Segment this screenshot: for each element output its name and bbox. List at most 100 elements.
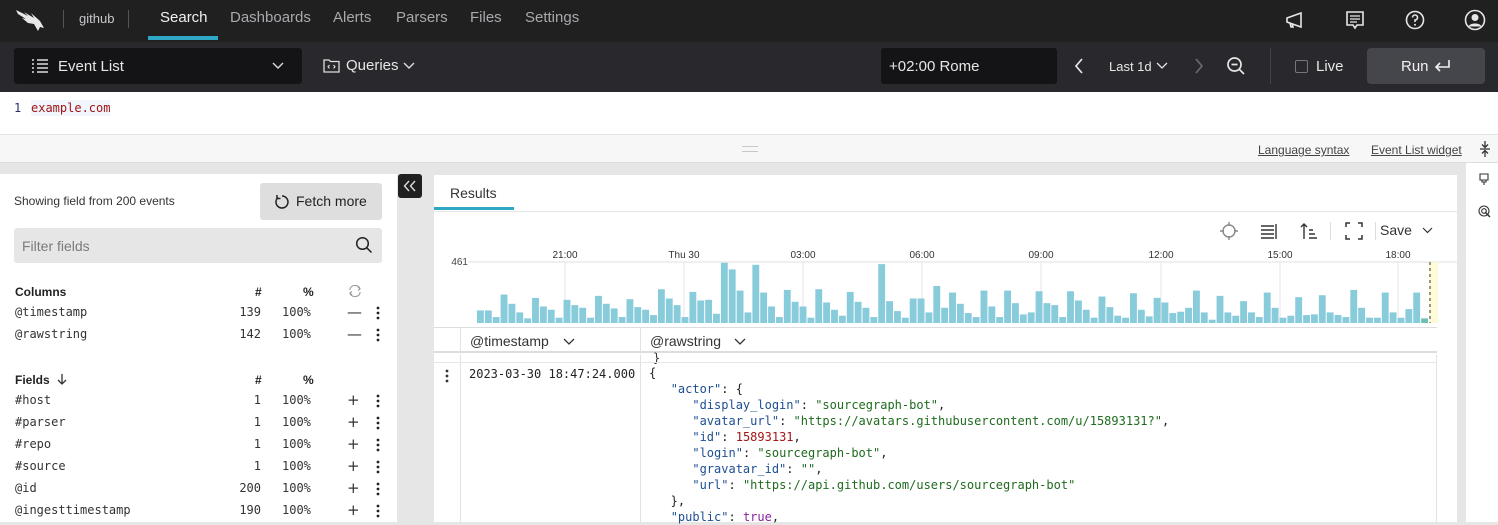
field-name[interactable]: #parser [15,415,66,429]
histogram-bar[interactable] [587,317,595,323]
chevron-left-icon[interactable] [1073,58,1085,74]
field-name[interactable]: #repo [15,437,51,451]
nav-tab-files[interactable]: Files [470,9,502,26]
help-icon[interactable] [1403,8,1427,32]
histogram-bar[interactable] [1397,317,1405,323]
remove-column-icon[interactable]: — [347,303,362,321]
sort-down-icon[interactable] [56,373,68,386]
histogram-bar[interactable] [650,315,657,323]
histogram-bar[interactable] [1004,290,1012,323]
add-column-icon[interactable]: + [347,391,360,409]
histogram-bar[interactable] [878,264,886,323]
histogram-bar[interactable] [760,292,768,323]
histogram-bar[interactable] [1350,289,1358,323]
histogram-bar[interactable] [1082,309,1090,323]
histogram-bar[interactable] [1059,317,1067,323]
chat-icon[interactable] [1343,8,1367,32]
column-row[interactable]: @rawstring 142 100% — [0,324,397,346]
histogram-bar[interactable] [1303,315,1310,323]
widget-select[interactable]: Event List [14,48,302,84]
histogram-bar[interactable] [1271,307,1279,323]
histogram-bar[interactable] [815,289,823,323]
column-row[interactable]: @timestamp 139 100% — [0,302,397,324]
crosshair-icon[interactable] [1219,221,1239,241]
field-row[interactable]: #repo 1 100% + [0,434,397,456]
histogram-bar[interactable] [665,298,673,323]
add-column-icon[interactable]: + [347,413,360,431]
histogram-bar[interactable] [744,312,752,323]
histogram-bar[interactable] [1145,316,1153,323]
timezone-select[interactable]: +02:00 Rome [881,48,1057,84]
histogram-bar[interactable] [1342,317,1350,323]
histogram-bar[interactable] [1208,319,1216,323]
histogram-bar[interactable] [807,317,815,323]
histogram-bar[interactable] [477,310,484,323]
histogram-bar[interactable] [791,301,799,323]
field-row[interactable]: #parser 1 100% + [0,412,397,434]
repo-name[interactable]: github [79,11,114,26]
fullscreen-icon[interactable] [1344,221,1364,241]
histogram-bar[interactable] [1067,291,1074,323]
nav-tab-settings[interactable]: Settings [525,9,579,26]
histogram-bar[interactable] [618,317,626,323]
field-name[interactable]: @ingesttimestamp [15,503,131,517]
histogram-bar[interactable] [1090,317,1098,323]
histogram-bar[interactable] [1326,312,1334,323]
histogram-bar[interactable] [1358,307,1366,323]
histogram-bar[interactable] [602,303,610,323]
user-icon[interactable] [1463,8,1487,32]
language-syntax-link[interactable]: Language syntax [1258,143,1349,157]
histogram-bar[interactable] [524,318,532,323]
collapse-vertical-icon[interactable] [1479,140,1491,158]
nav-tab-dashboards[interactable]: Dashboards [230,9,311,26]
row-density-icon[interactable] [1259,221,1279,241]
search-icon[interactable] [355,236,373,254]
more-options-icon[interactable] [373,416,383,430]
histogram-bar[interactable] [1287,315,1295,323]
event-timestamp[interactable]: 2023-03-30 18:47:24.000 [469,367,635,381]
histogram-bar[interactable] [1161,302,1169,323]
more-options-icon[interactable] [373,328,383,342]
field-name[interactable]: @id [15,481,37,495]
histogram-bar[interactable] [1012,303,1019,323]
column-name[interactable]: @rawstring [15,327,87,341]
histogram-bar[interactable] [1137,309,1145,323]
histogram-bar[interactable] [838,315,846,323]
row-menu-icon[interactable] [444,369,450,383]
collapse-panel-button[interactable] [398,174,422,198]
query-text[interactable]: example.com [31,100,111,116]
histogram-bar[interactable] [862,307,870,323]
histogram-bar[interactable] [1035,291,1043,323]
inspect-icon[interactable] [1478,205,1491,218]
histogram-bar[interactable] [1232,315,1240,323]
histogram-bar[interactable] [768,306,775,323]
histogram-bar[interactable] [728,269,736,323]
run-button[interactable]: Run [1367,48,1485,84]
histogram-bar[interactable] [1255,317,1263,323]
histogram-bar[interactable] [1192,290,1200,323]
histogram-bar[interactable] [1114,315,1122,323]
histogram-bar[interactable] [1106,307,1114,323]
column-header-rawstring[interactable]: @rawstring [650,333,746,349]
histogram-bar[interactable] [642,309,650,323]
histogram-bar[interactable] [657,289,665,323]
fetch-more-button[interactable]: Fetch more [260,183,382,220]
nav-tab-alerts[interactable]: Alerts [333,9,371,26]
histogram-bar[interactable] [917,298,925,323]
histogram-bar[interactable] [563,299,571,323]
add-column-icon[interactable]: + [347,501,360,519]
filter-fields-input[interactable] [14,228,382,263]
histogram-bar[interactable] [988,306,996,323]
histogram-bar[interactable] [846,291,854,323]
histogram-bar[interactable] [1366,317,1373,323]
histogram-bar[interactable] [823,302,831,323]
histogram-bar[interactable] [689,291,697,323]
tab-results[interactable]: Results [450,185,497,201]
histogram-bar[interactable] [500,294,508,323]
histogram-bar[interactable] [886,301,893,323]
histogram-bar[interactable] [1169,313,1177,323]
histogram-bar[interactable] [1185,307,1192,323]
field-row[interactable]: @id 200 100% + [0,478,397,500]
histogram-bar[interactable] [1318,295,1326,323]
live-checkbox[interactable] [1295,60,1308,73]
